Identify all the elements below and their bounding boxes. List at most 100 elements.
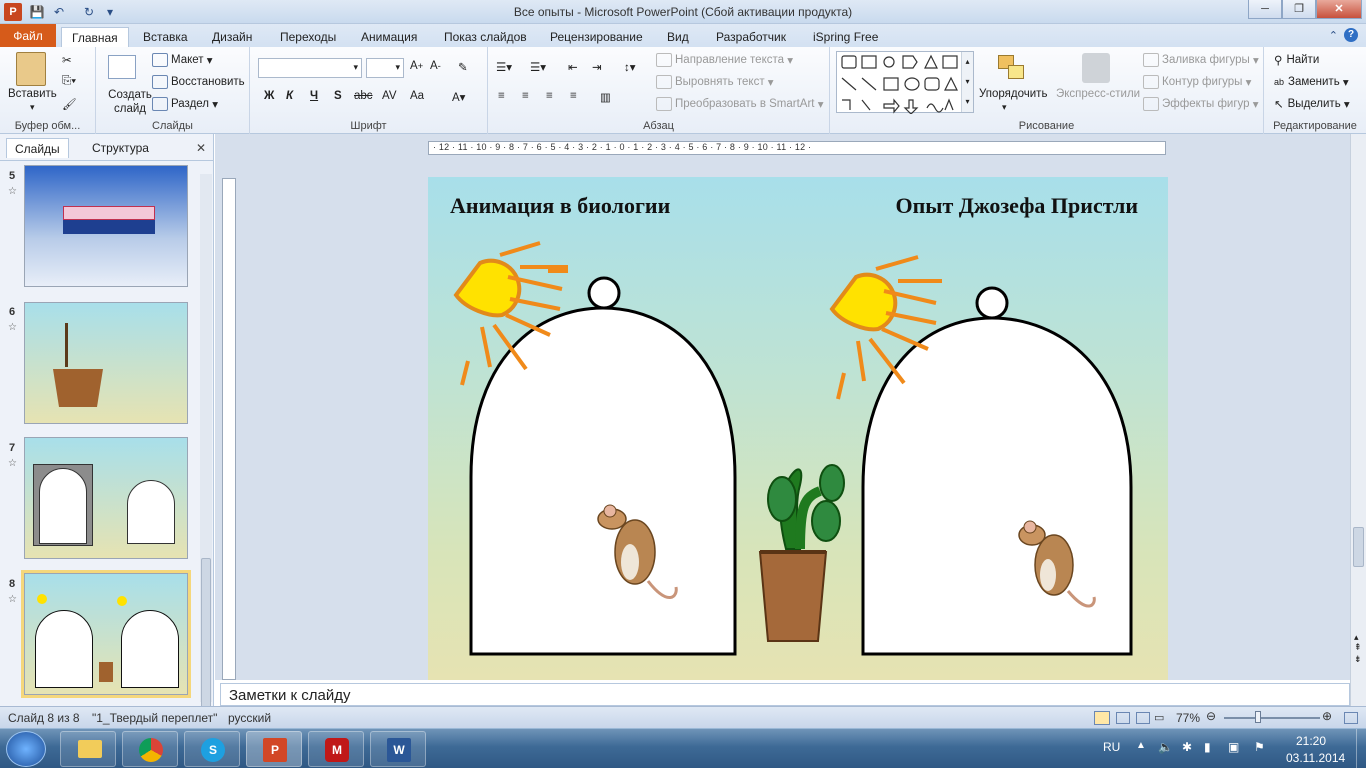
find-button[interactable]: ⚲ Найти [1274, 53, 1319, 67]
action-center-icon[interactable]: ⚑ [1254, 740, 1265, 754]
tab-ispring[interactable]: iSpring Free [813, 27, 878, 47]
volume-icon[interactable]: 🔈 [1158, 740, 1173, 754]
tab-home[interactable]: Главная [61, 27, 129, 47]
theme-name[interactable]: "1_Твердый переплет" [92, 711, 217, 725]
reading-view-icon[interactable] [1136, 712, 1150, 724]
close-button[interactable]: ✕ [1316, 0, 1362, 19]
help-icon[interactable]: ? [1344, 28, 1358, 42]
tab-outline-pane[interactable]: Структура [84, 138, 157, 158]
char-spacing-button[interactable]: AV [382, 90, 397, 102]
paste-icon[interactable] [16, 52, 46, 86]
cut-icon[interactable]: ✂ [62, 53, 72, 67]
prev-slide-icon[interactable]: ⇞ [1354, 642, 1362, 653]
section-button[interactable]: Раздел ▾ [152, 97, 218, 111]
shape-fill-button[interactable]: Заливка фигуры ▾ [1143, 53, 1259, 67]
reset-button[interactable]: Восстановить [152, 75, 245, 89]
zoom-slider-thumb[interactable] [1255, 711, 1261, 723]
columns-icon[interactable]: ▥ [600, 90, 611, 104]
taskbar-word[interactable]: W [370, 731, 426, 767]
tab-slideshow[interactable]: Показ слайдов [444, 27, 527, 47]
grow-font-icon[interactable]: A + [410, 60, 423, 72]
arrange-icon[interactable] [996, 53, 1028, 85]
layout-button[interactable]: Макет ▾ [152, 53, 213, 67]
quick-styles-button[interactable]: Экспресс-стили [1056, 88, 1140, 100]
decrease-indent-icon[interactable]: ⇤ [568, 60, 578, 74]
slide-thumbnail-6[interactable] [24, 302, 188, 424]
close-pane-icon[interactable]: ✕ [196, 141, 206, 155]
copy-icon[interactable]: ⎘▾ [62, 75, 76, 88]
clear-format-icon[interactable]: ✎ [458, 60, 468, 74]
text-direction-button[interactable]: Направление текста ▾ [656, 53, 793, 67]
zoom-level[interactable]: 77% [1176, 711, 1200, 725]
clock-date[interactable]: 03.11.2014 [1286, 751, 1345, 765]
keyboard-language[interactable]: RU [1103, 740, 1120, 754]
arrange-dropdown-icon[interactable]: ▾ [1002, 102, 1007, 113]
line-spacing-icon[interactable]: ↕▾ [624, 60, 636, 74]
network-icon[interactable]: ▣ [1228, 740, 1239, 754]
slide-canvas[interactable]: Анимация в биологии Опыт Джозефа Пристли [428, 177, 1168, 680]
tab-transitions[interactable]: Переходы [280, 27, 336, 47]
bold-button[interactable]: Ж [264, 90, 274, 102]
tab-view[interactable]: Вид [667, 27, 689, 47]
taskbar-mcafee[interactable]: M [308, 731, 364, 767]
align-right-icon[interactable]: ≡ [546, 90, 553, 102]
new-slide-icon[interactable] [108, 55, 136, 79]
underline-button[interactable]: Ч [310, 90, 318, 102]
shadow-button[interactable]: S [334, 90, 342, 102]
align-text-button[interactable]: Выровнять текст ▾ [656, 75, 774, 89]
align-center-icon[interactable]: ≡ [522, 90, 529, 102]
collapse-ribbon-icon[interactable]: ⌃ [1329, 29, 1338, 42]
tab-review[interactable]: Рецензирование [550, 27, 643, 47]
new-slide-button[interactable]: Создать слайд [104, 88, 156, 116]
show-desktop-button[interactable] [1356, 729, 1366, 769]
bell-jar-left[interactable] [469, 306, 737, 656]
tab-insert[interactable]: Вставка [143, 27, 188, 47]
start-button[interactable] [6, 731, 46, 767]
convert-smartart-button[interactable]: Преобразовать в SmartArt ▾ [656, 97, 823, 111]
zoom-slider[interactable] [1224, 717, 1320, 719]
notes-pane[interactable]: Заметки к слайду [220, 683, 1350, 706]
italic-button[interactable]: К [286, 90, 293, 102]
tab-slides-pane[interactable]: Слайды [6, 138, 69, 158]
bell-jar-right[interactable] [861, 316, 1133, 656]
restore-button[interactable]: ❐ [1282, 0, 1316, 19]
tab-file[interactable]: Файл [0, 24, 56, 47]
slide-thumbnail-7[interactable] [24, 437, 188, 559]
replace-button[interactable]: ab Заменить ▾ [1274, 75, 1349, 89]
pane-scroll-thumb[interactable] [201, 558, 211, 708]
shape-outline-button[interactable]: Контур фигуры ▾ [1143, 75, 1251, 89]
format-painter-icon[interactable]: 🖌 [62, 97, 77, 111]
bluetooth-icon[interactable]: ✱ [1182, 740, 1192, 754]
shrink-font-icon[interactable]: A- [430, 60, 441, 72]
zoom-out-icon[interactable]: ⊖ [1206, 709, 1216, 723]
taskbar-skype[interactable]: S [184, 731, 240, 767]
taskbar-chrome[interactable] [122, 731, 178, 767]
select-button[interactable]: ↖ Выделить ▾ [1274, 97, 1350, 111]
tab-animation[interactable]: Анимация [361, 27, 417, 47]
language-indicator[interactable]: русский [228, 711, 271, 725]
shape-effects-button[interactable]: Эффекты фигур ▾ [1143, 97, 1259, 111]
zoom-in-icon[interactable]: ⊕ [1322, 709, 1332, 723]
taskbar-explorer[interactable] [60, 731, 116, 767]
next-slide-icon[interactable]: ⇟ [1354, 654, 1362, 665]
taskbar-powerpoint[interactable]: P [246, 731, 302, 767]
normal-view-icon[interactable] [1094, 711, 1110, 725]
paste-dropdown-icon[interactable]: ▾ [30, 102, 35, 113]
editor-vertical-scrollbar[interactable]: ▴ ⇞ ⇟ [1350, 134, 1366, 706]
shapes-gallery[interactable]: ▴ ▾ ▾ [836, 51, 974, 115]
justify-icon[interactable]: ≡ [570, 90, 577, 102]
fit-to-window-icon[interactable] [1344, 712, 1358, 724]
slideshow-icon[interactable]: ▭ [1154, 711, 1164, 724]
show-hidden-icons[interactable]: ▲ [1136, 740, 1146, 751]
quick-styles-icon[interactable] [1082, 53, 1110, 83]
clock-time[interactable]: 21:20 [1296, 734, 1326, 748]
increase-indent-icon[interactable]: ⇥ [592, 60, 602, 74]
slide-thumbnail-5[interactable] [24, 165, 188, 287]
arrange-button[interactable]: Упорядочить [979, 88, 1047, 100]
tab-design[interactable]: Дизайн [212, 27, 252, 47]
strikethrough-button[interactable]: abc [354, 90, 373, 102]
slide-thumbnail-8[interactable] [21, 570, 191, 698]
align-left-icon[interactable]: ≡ [498, 90, 505, 102]
paste-button[interactable]: Вставить [8, 88, 57, 100]
font-family-combo[interactable]: ▾ [258, 58, 362, 78]
